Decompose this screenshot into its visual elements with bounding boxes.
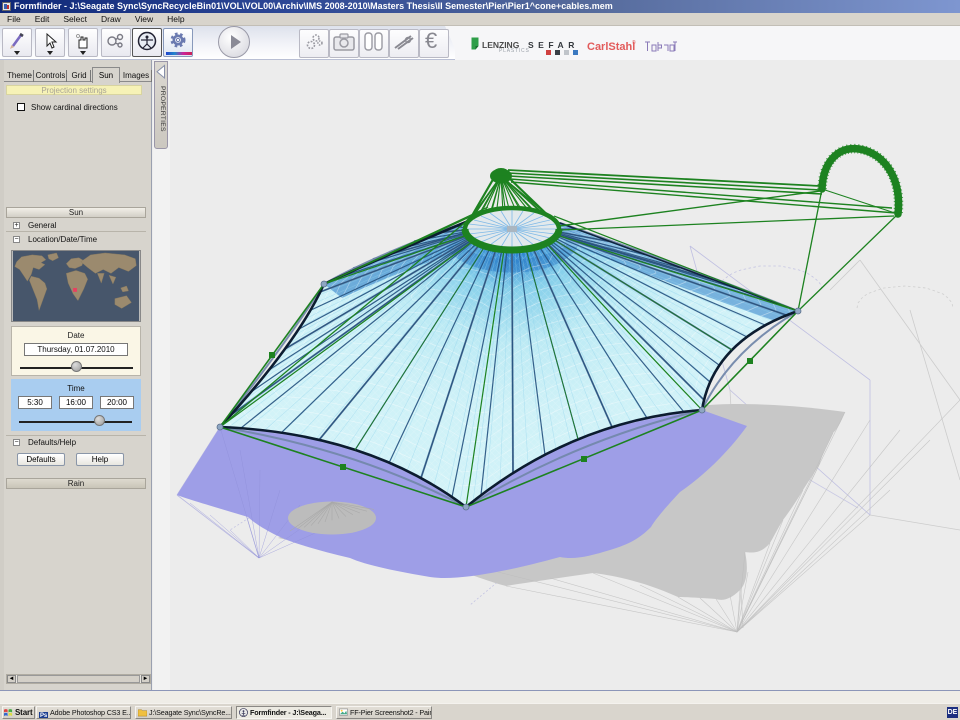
svg-text:€: € — [425, 31, 437, 53]
